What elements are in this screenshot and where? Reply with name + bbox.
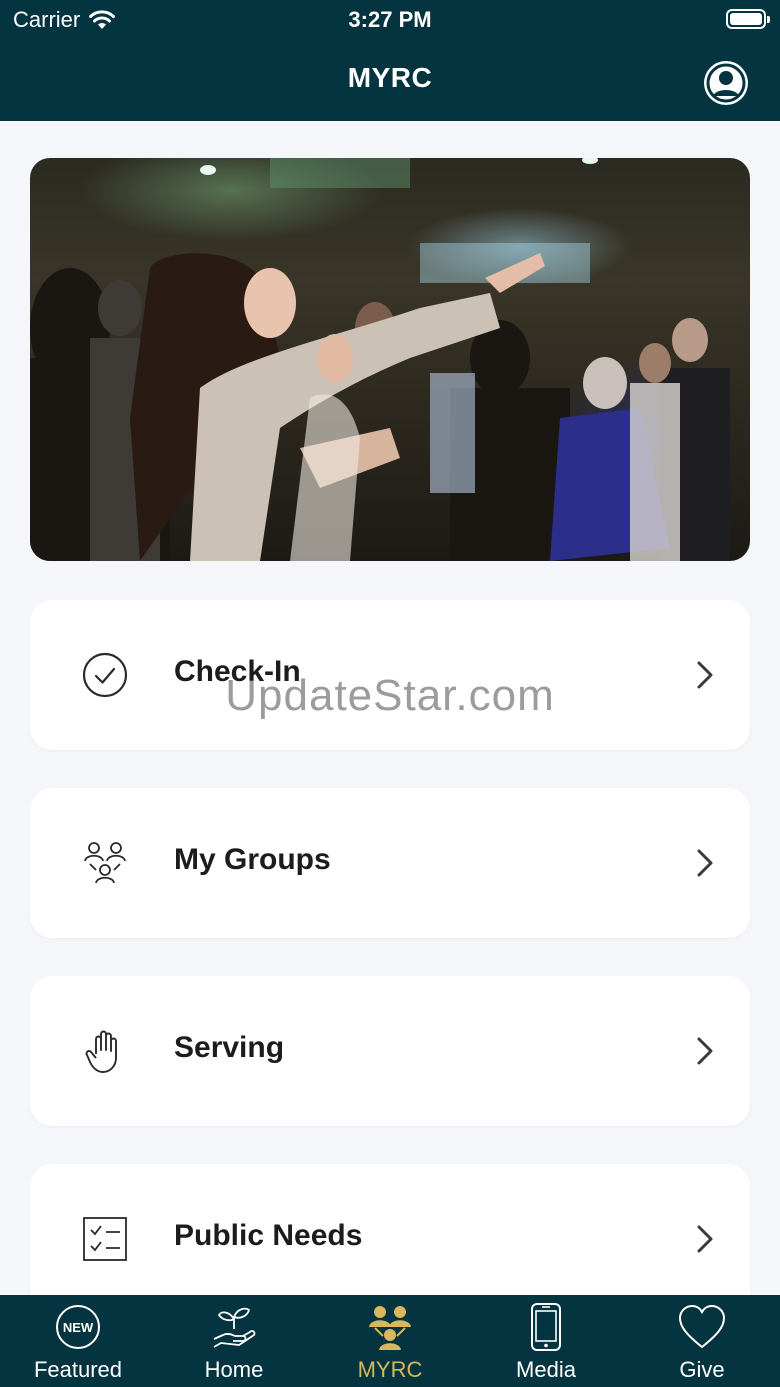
menu-item-label: Public Needs (174, 1219, 363, 1252)
tab-home[interactable]: Home (156, 1295, 312, 1387)
chevron-right-icon (697, 1225, 713, 1253)
top-bar: Carrier 3:27 PM MYRC (0, 0, 780, 121)
heart-icon (678, 1304, 726, 1349)
tab-media[interactable]: Media (468, 1295, 624, 1387)
profile-button[interactable] (704, 61, 748, 105)
groups-icon (84, 842, 126, 884)
tab-label: Media (516, 1357, 576, 1382)
phone-icon (531, 1303, 561, 1351)
battery-icon (726, 9, 770, 29)
check-circle-icon (82, 652, 128, 698)
chevron-right-icon (697, 1037, 713, 1065)
tab-featured[interactable]: NEW Featured (0, 1295, 156, 1387)
menu-item-serving[interactable]: Serving (30, 976, 750, 1126)
menu-item-public-needs[interactable]: Public Needs (30, 1164, 750, 1314)
profile-icon (706, 63, 746, 103)
page-title: MYRC (347, 62, 433, 93)
tab-label: Featured (33, 1357, 123, 1382)
menu-item-label: My Groups (174, 843, 331, 876)
new-badge-text: NEW (63, 1320, 94, 1335)
menu-item-check-in[interactable]: Check-In (30, 600, 750, 750)
hero-image (30, 158, 750, 561)
tab-label: Home (204, 1357, 264, 1382)
hand-plant-icon (213, 1307, 256, 1348)
menu-item-my-groups[interactable]: My Groups (30, 788, 750, 938)
worship-photo (30, 158, 730, 561)
tab-label: MYRC (357, 1357, 423, 1382)
tab-give[interactable]: Give (624, 1295, 780, 1387)
new-badge-icon: NEW (56, 1305, 100, 1349)
tab-bar: NEW Featured Home MYRC Media Give (0, 1295, 780, 1387)
menu-item-label: Serving (174, 1031, 285, 1064)
chevron-right-icon (697, 849, 713, 877)
status-bar: Carrier 3:27 PM (0, 0, 780, 40)
tab-label: Give (679, 1357, 725, 1382)
menu-item-label: Check-In (174, 655, 301, 688)
chevron-right-icon (697, 661, 713, 689)
checklist-icon (83, 1217, 127, 1261)
raised-hand-icon (85, 1030, 117, 1073)
status-time: 3:27 PM (348, 7, 432, 32)
people-icon (369, 1306, 411, 1350)
tab-myrc[interactable]: MYRC (312, 1295, 468, 1387)
